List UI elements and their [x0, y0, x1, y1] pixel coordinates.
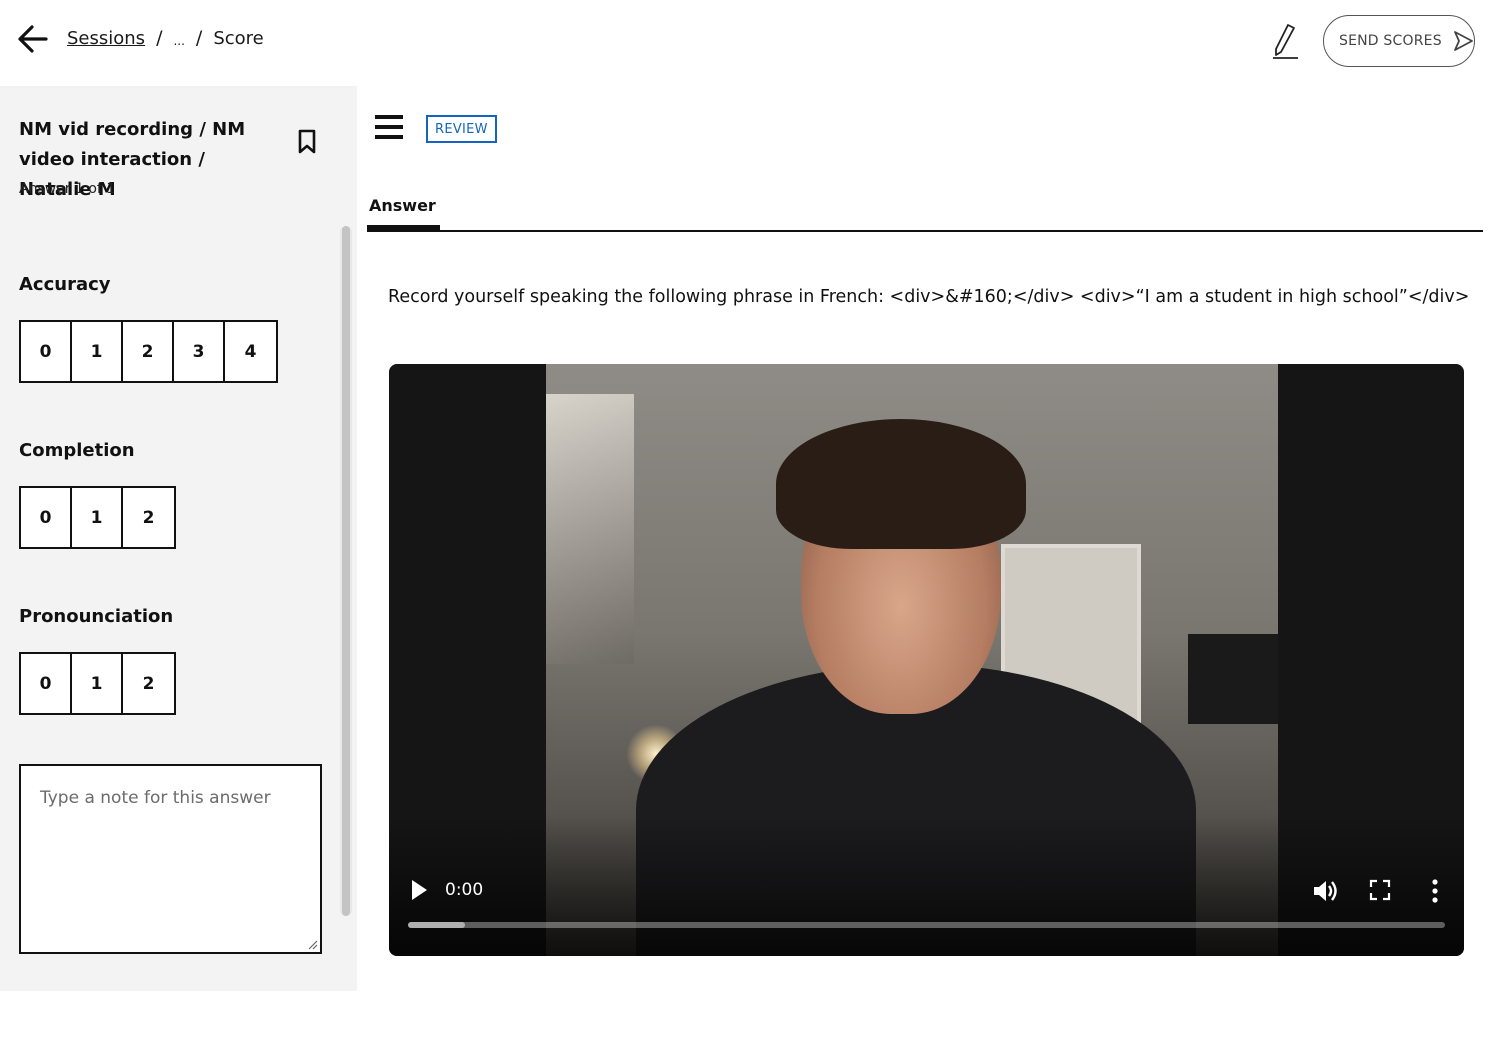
score-group-completion: 0 1 2 [19, 486, 176, 549]
video-controls-gradient [389, 816, 1464, 956]
score-button-accuracy-1[interactable]: 1 [72, 322, 123, 381]
score-button-accuracy-4[interactable]: 4 [225, 322, 276, 381]
play-icon[interactable] [409, 878, 429, 902]
pen-icon[interactable] [1268, 22, 1302, 60]
volume-icon[interactable] [1311, 877, 1339, 905]
score-button-accuracy-0[interactable]: 0 [21, 322, 72, 381]
video-progress-played [408, 922, 466, 928]
video-time: 0:00 [445, 880, 484, 900]
send-scores-label: SEND SCORES [1339, 33, 1442, 49]
score-button-completion-0[interactable]: 0 [21, 488, 72, 547]
score-button-pronounciation-2[interactable]: 2 [123, 654, 174, 713]
menu-icon[interactable] [375, 115, 404, 143]
fullscreen-icon[interactable] [1369, 879, 1391, 901]
bookmark-icon[interactable] [297, 129, 317, 155]
score-button-accuracy-3[interactable]: 3 [174, 322, 225, 381]
sidebar-scrollbar[interactable] [340, 226, 352, 916]
score-button-completion-1[interactable]: 1 [72, 488, 123, 547]
scoring-sidebar: NM vid recording / NM video interaction … [0, 86, 357, 991]
breadcrumb-ellipsis-link[interactable]: ... [173, 34, 184, 48]
score-group-pronounciation: 0 1 2 [19, 652, 176, 715]
breadcrumb-sessions-link[interactable]: Sessions [67, 28, 145, 49]
video-scene-person-hair [776, 419, 1026, 549]
score-button-accuracy-2[interactable]: 2 [123, 322, 174, 381]
score-button-pronounciation-0[interactable]: 0 [21, 654, 72, 713]
send-arrow-icon [1453, 31, 1473, 51]
criterion-label-accuracy: Accuracy [19, 274, 111, 295]
breadcrumb: Sessions / ... / Score [67, 27, 264, 49]
score-button-completion-2[interactable]: 2 [123, 488, 174, 547]
breadcrumb-current: Score [213, 27, 264, 49]
review-badge: REVIEW [426, 115, 497, 143]
question-prompt: Record yourself speaking the following p… [388, 287, 1470, 307]
breadcrumb-separator: / [195, 27, 203, 49]
scrollbar-thumb[interactable] [342, 226, 350, 916]
video-progress-bar[interactable] [408, 922, 1445, 928]
video-scene-poster [546, 394, 634, 664]
breadcrumb-separator: / [156, 27, 163, 49]
criterion-label-pronounciation: Pronounciation [19, 606, 174, 627]
video-scene-tv [1188, 634, 1278, 724]
criterion-label-completion: Completion [19, 440, 135, 461]
tab-answer[interactable]: Answer [369, 196, 436, 215]
back-arrow-icon[interactable] [16, 22, 50, 56]
tab-divider [367, 230, 1483, 232]
answer-counter: Answer 1 of 1 [19, 181, 116, 197]
score-group-accuracy: 0 1 2 3 4 [19, 320, 278, 383]
page-footer [0, 991, 1493, 1054]
video-player[interactable]: 0:00 [389, 364, 1464, 956]
top-bar: Sessions / ... / Score SEND SCORES [0, 0, 1493, 86]
score-button-pronounciation-1[interactable]: 1 [72, 654, 123, 713]
answer-note-input[interactable] [19, 764, 322, 954]
send-scores-button[interactable]: SEND SCORES [1323, 15, 1475, 67]
more-vertical-icon[interactable] [1425, 877, 1445, 905]
